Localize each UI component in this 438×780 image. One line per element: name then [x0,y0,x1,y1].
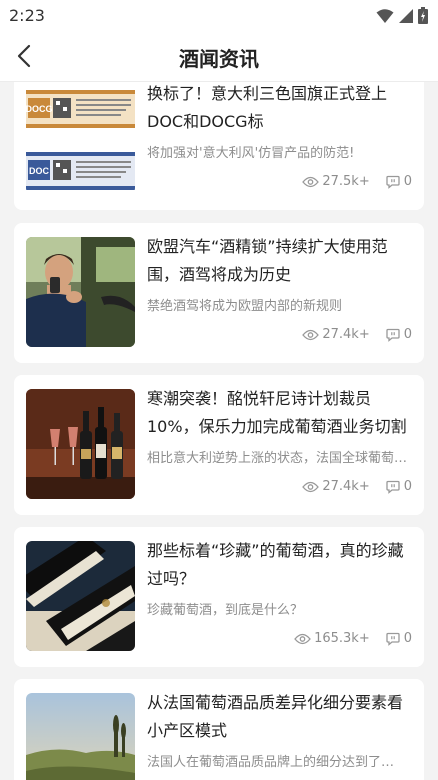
article-summary: 相比意大利逆势上涨的状态，法国全球葡萄酒市场… [147,451,413,466]
article-meta: 27.5k+ 0 [302,174,412,189]
comment-icon [386,175,400,189]
article-title: 那些标着“珍藏”的葡萄酒，真的珍藏过吗？ [147,541,404,588]
view-count-value: 27.4k+ [322,327,370,342]
comment-count: 0 [386,327,412,342]
view-count: 27.4k+ [302,327,370,342]
eye-icon [302,481,320,492]
view-count: 27.4k+ [302,479,370,494]
eye-icon [294,633,311,644]
article-meta: 27.4k+ 0 [302,479,412,494]
comment-count-value: 0 [403,327,412,342]
article-list[interactable]: DOCG DOC 换标了！意大利三色国旗正式登上DOC和DOCG标 将加强对'意… [0,82,438,780]
article-card[interactable]: 从法国葡萄酒品质差异化细分要素看小产区模式 法国人在葡萄酒品质品牌上的细分达到了… [14,679,424,780]
doc-label: DOC [29,166,50,176]
article-thumbnail [26,237,135,347]
eye-icon [302,176,320,187]
article-card[interactable]: 寒潮突袭！酩悦轩尼诗计划裁员10%，保乐力加完成葡萄酒业务切割 相比意大利逆势上… [14,375,424,515]
docg-label: DOCG [26,104,53,114]
article-summary: 将加强对'意大利风'仿冒产品的防范! [147,146,355,161]
article-card[interactable]: 欧盟汽车“酒精锁”持续扩大使用范围，酒驾将成为历史 禁绝酒驾将成为欧盟内部的新规… [14,223,424,363]
article-card[interactable]: 那些标着“珍藏”的葡萄酒，真的珍藏过吗？ 珍藏葡萄酒，到底是什么？ 165.3k… [14,527,424,667]
wifi-icon [376,8,394,23]
comment-icon [386,328,400,342]
comment-count-value: 0 [403,631,412,646]
status-bar: 2:23 [0,0,438,30]
status-time: 2:23 [9,6,45,25]
article-thumbnail [26,541,135,651]
view-count: 27.5k+ [302,174,370,189]
comment-icon [386,480,400,494]
comment-count-value: 0 [403,479,412,494]
view-count-value: 165.3k+ [314,631,370,646]
article-meta: 165.3k+ 0 [294,631,412,646]
view-count-value: 27.5k+ [322,174,370,189]
eye-icon [302,329,320,340]
article-title: 欧盟汽车“酒精锁”持续扩大使用范围，酒驾将成为历史 [147,237,388,284]
article-thumbnail: DOCG DOC [26,84,135,194]
comment-count: 0 [386,174,412,189]
article-card[interactable]: DOCG DOC 换标了！意大利三色国旗正式登上DOC和DOCG标 将加强对'意… [14,82,424,210]
comment-icon [386,632,400,646]
article-title: 换标了！意大利三色国旗正式登上DOC和DOCG标 [147,84,388,131]
article-summary: 禁绝酒驾将成为欧盟内部的新规则 [147,299,343,314]
article-meta: 27.4k+ 0 [302,327,412,342]
comment-count: 0 [386,631,412,646]
article-thumbnail [26,389,135,499]
article-summary: 珍藏葡萄酒，到底是什么？ [147,603,304,618]
article-summary: 法国人在葡萄酒品质品牌上的细分达到了… [147,755,395,770]
article-title: 从法国葡萄酒品质差异化细分要素看小产区模式 [147,693,404,740]
app-bar: 酒闻资讯 [0,30,438,82]
signal-icon [399,8,413,23]
comment-count: 0 [386,479,412,494]
view-count-value: 27.4k+ [322,479,370,494]
article-title: 寒潮突袭！酩悦轩尼诗计划裁员10%，保乐力加完成葡萄酒业务切割 [147,389,407,436]
page-title: 酒闻资讯 [179,47,259,71]
view-count: 165.3k+ [294,631,370,646]
status-icons [376,7,428,24]
comment-count-value: 0 [403,174,412,189]
article-thumbnail [26,693,135,780]
battery-icon [418,7,428,24]
